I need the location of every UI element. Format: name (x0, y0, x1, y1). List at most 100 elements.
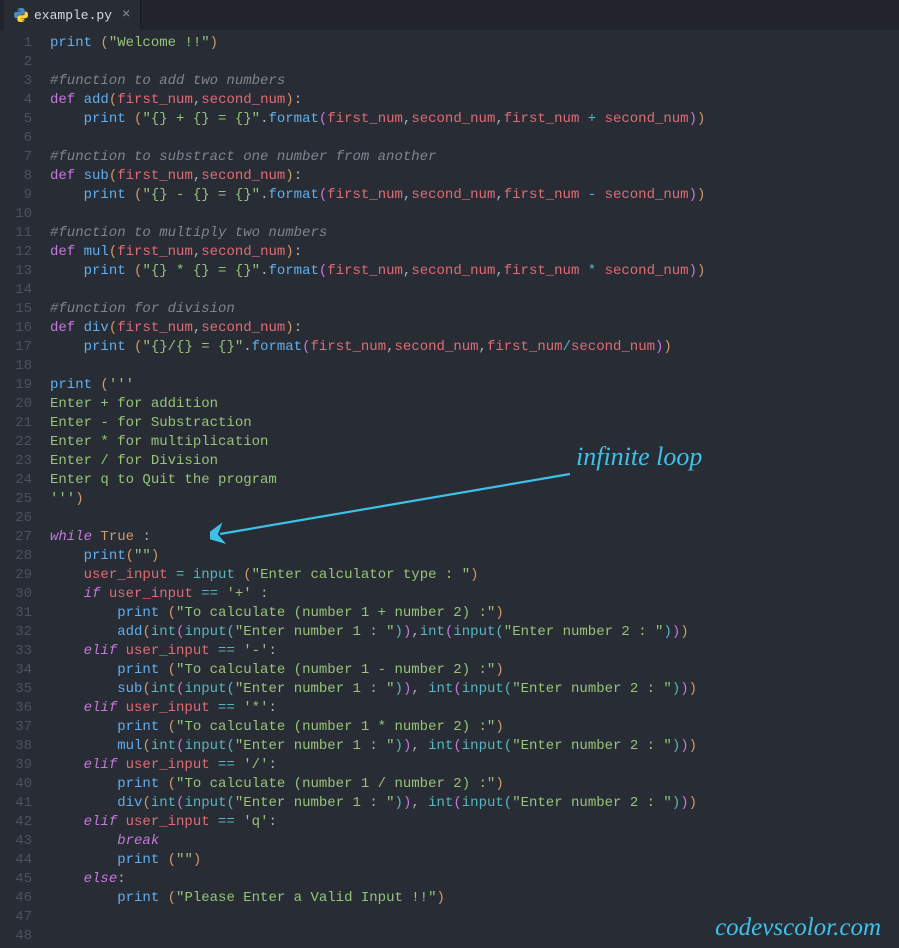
watermark: codevscolor.com (715, 914, 881, 942)
code-line[interactable]: print ("") (50, 851, 899, 870)
code-line[interactable] (50, 205, 899, 224)
line-number: 12 (0, 243, 32, 262)
code-line[interactable]: print ("Welcome !!") (50, 34, 899, 53)
line-number: 4 (0, 91, 32, 110)
code-line[interactable]: def sub(first_num,second_num): (50, 167, 899, 186)
editor[interactable]: 1234567891011121314151617181920212223242… (0, 30, 899, 948)
code-line[interactable]: def mul(first_num,second_num): (50, 243, 899, 262)
line-number: 3 (0, 72, 32, 91)
tab-example-py[interactable]: example.py × (4, 0, 141, 30)
code-line[interactable]: elif user_input == '-': (50, 642, 899, 661)
code-line[interactable]: print ("{} + {} = {}".format(first_num,s… (50, 110, 899, 129)
code-line[interactable]: Enter * for multiplication (50, 433, 899, 452)
code-line[interactable]: sub(int(input("Enter number 1 : ")), int… (50, 680, 899, 699)
line-number: 7 (0, 148, 32, 167)
line-number: 37 (0, 718, 32, 737)
code-line[interactable]: print ("Please Enter a Valid Input !!") (50, 889, 899, 908)
line-number: 31 (0, 604, 32, 623)
line-number: 13 (0, 262, 32, 281)
line-number: 45 (0, 870, 32, 889)
line-number: 23 (0, 452, 32, 471)
code-line[interactable]: #function for division (50, 300, 899, 319)
line-number: 22 (0, 433, 32, 452)
code-line[interactable]: print ("{}/{} = {}".format(first_num,sec… (50, 338, 899, 357)
line-number: 35 (0, 680, 32, 699)
line-number: 15 (0, 300, 32, 319)
line-number: 10 (0, 205, 32, 224)
code-line[interactable]: Enter / for Division (50, 452, 899, 471)
tab-bar: example.py × (0, 0, 899, 30)
code-line[interactable]: user_input = input ("Enter calculator ty… (50, 566, 899, 585)
line-number: 41 (0, 794, 32, 813)
line-number: 46 (0, 889, 32, 908)
code-line[interactable]: #function to add two numbers (50, 72, 899, 91)
line-number: 9 (0, 186, 32, 205)
line-number: 20 (0, 395, 32, 414)
line-number: 28 (0, 547, 32, 566)
line-number: 29 (0, 566, 32, 585)
line-number: 19 (0, 376, 32, 395)
code-line[interactable]: elif user_input == '*': (50, 699, 899, 718)
code-line[interactable]: #function to substract one number from a… (50, 148, 899, 167)
code-line[interactable]: Enter + for addition (50, 395, 899, 414)
code-line[interactable]: mul(int(input("Enter number 1 : ")), int… (50, 737, 899, 756)
code-area[interactable]: print ("Welcome !!") #function to add two… (50, 30, 899, 948)
line-number: 1 (0, 34, 32, 53)
line-number: 27 (0, 528, 32, 547)
python-file-icon (14, 8, 28, 22)
line-number: 17 (0, 338, 32, 357)
code-line[interactable]: ''') (50, 490, 899, 509)
line-number: 34 (0, 661, 32, 680)
line-number: 25 (0, 490, 32, 509)
line-number: 33 (0, 642, 32, 661)
code-line[interactable]: #function to multiply two numbers (50, 224, 899, 243)
code-line[interactable]: print ("{} - {} = {}".format(first_num,s… (50, 186, 899, 205)
code-line[interactable]: print (''' (50, 376, 899, 395)
line-number: 18 (0, 357, 32, 376)
code-line[interactable]: print ("To calculate (number 1 + number … (50, 604, 899, 623)
code-line[interactable] (50, 509, 899, 528)
line-number: 2 (0, 53, 32, 72)
line-number: 32 (0, 623, 32, 642)
code-line[interactable]: while True : (50, 528, 899, 547)
code-line[interactable]: if user_input == '+' : (50, 585, 899, 604)
code-line[interactable]: print ("To calculate (number 1 - number … (50, 661, 899, 680)
code-line[interactable]: Enter - for Substraction (50, 414, 899, 433)
code-line[interactable]: print ("To calculate (number 1 / number … (50, 775, 899, 794)
line-number: 36 (0, 699, 32, 718)
close-icon[interactable]: × (122, 7, 130, 23)
code-line[interactable]: add(int(input("Enter number 1 : ")),int(… (50, 623, 899, 642)
line-number: 21 (0, 414, 32, 433)
line-number: 6 (0, 129, 32, 148)
code-line[interactable]: div(int(input("Enter number 1 : ")), int… (50, 794, 899, 813)
line-number: 5 (0, 110, 32, 129)
line-number: 30 (0, 585, 32, 604)
line-number: 44 (0, 851, 32, 870)
line-number: 47 (0, 908, 32, 927)
code-line[interactable] (50, 281, 899, 300)
code-line[interactable]: print("") (50, 547, 899, 566)
code-line[interactable]: elif user_input == '/': (50, 756, 899, 775)
code-line[interactable]: break (50, 832, 899, 851)
line-number: 26 (0, 509, 32, 528)
line-number: 43 (0, 832, 32, 851)
code-line[interactable]: def div(first_num,second_num): (50, 319, 899, 338)
code-line[interactable] (50, 357, 899, 376)
code-line[interactable] (50, 53, 899, 72)
line-number: 39 (0, 756, 32, 775)
code-line[interactable]: print ("{} * {} = {}".format(first_num,s… (50, 262, 899, 281)
code-line[interactable]: def add(first_num,second_num): (50, 91, 899, 110)
line-number: 42 (0, 813, 32, 832)
line-number: 48 (0, 927, 32, 946)
code-line[interactable] (50, 129, 899, 148)
line-number: 14 (0, 281, 32, 300)
line-number: 11 (0, 224, 32, 243)
code-line[interactable]: Enter q to Quit the program (50, 471, 899, 490)
line-number: 24 (0, 471, 32, 490)
line-number: 8 (0, 167, 32, 186)
code-line[interactable]: elif user_input == 'q': (50, 813, 899, 832)
code-line[interactable]: else: (50, 870, 899, 889)
line-number: 38 (0, 737, 32, 756)
code-line[interactable]: print ("To calculate (number 1 * number … (50, 718, 899, 737)
tab-filename: example.py (34, 8, 112, 23)
